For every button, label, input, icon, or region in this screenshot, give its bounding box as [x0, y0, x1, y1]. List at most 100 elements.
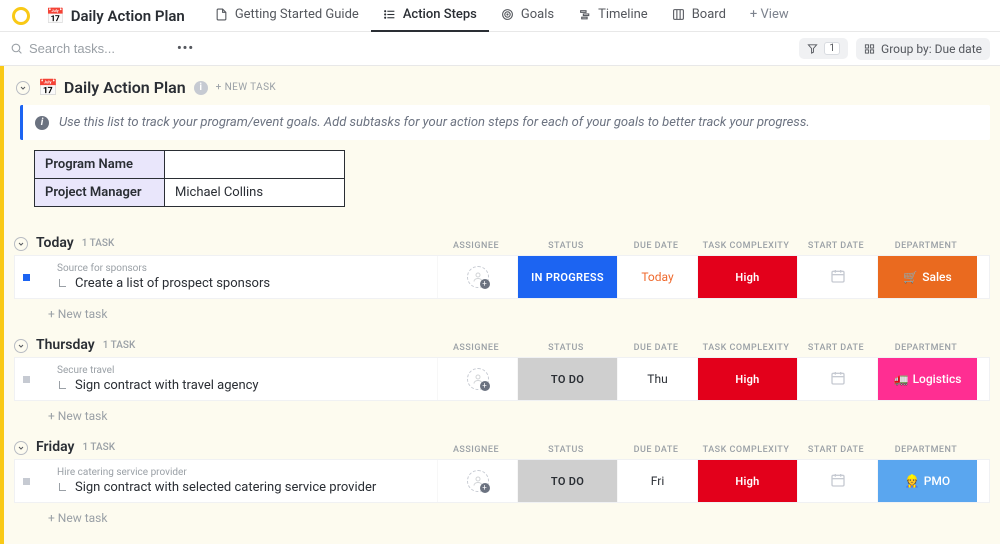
column-header: DEPARTMENT — [876, 343, 976, 353]
search-input[interactable] — [29, 41, 169, 56]
task-handle[interactable] — [15, 358, 37, 400]
assignee-cell[interactable]: + — [437, 358, 517, 400]
status-cell[interactable]: TO DO — [517, 460, 617, 502]
meta-value[interactable] — [165, 151, 345, 179]
complexity-cell[interactable]: High — [697, 358, 797, 400]
target-icon — [501, 8, 515, 22]
complexity-cell[interactable]: High — [697, 460, 797, 502]
status-badge: TO DO — [518, 358, 617, 400]
task-row[interactable]: Source for sponsorsCreate a list of pros… — [14, 255, 990, 299]
more-menu-icon[interactable]: ••• — [177, 41, 194, 56]
info-icon[interactable]: i — [194, 81, 208, 95]
task-handle[interactable] — [15, 460, 37, 502]
department-cell[interactable]: 🛒Sales — [877, 256, 977, 298]
section-title-text: Daily Action Plan — [64, 78, 186, 97]
column-header: TASK COMPLEXITY — [696, 445, 796, 455]
startdate-cell[interactable] — [797, 358, 877, 400]
duedate-cell[interactable]: Today — [617, 256, 697, 298]
column-header: TASK COMPLEXITY — [696, 343, 796, 353]
department-cell[interactable]: 👷PMO — [877, 460, 977, 502]
brand-icon — [12, 7, 30, 25]
toolbar: ••• 1 Group by: Due date — [0, 32, 1000, 66]
group-title[interactable]: Thursday 1 TASK — [36, 337, 436, 353]
tab-getting-started-guide[interactable]: Getting Started Guide — [203, 0, 371, 32]
tab-timeline[interactable]: Timeline — [566, 0, 660, 32]
calendar-icon — [830, 370, 846, 389]
tab-goals[interactable]: Goals — [489, 0, 566, 32]
column-header: DUE DATE — [616, 343, 696, 353]
task-name-cell[interactable]: Source for sponsorsCreate a list of pros… — [37, 256, 437, 298]
status-square-icon — [23, 478, 30, 485]
group-thursday: Thursday 1 TASKASSIGNEESTATUSDUE DATETAS… — [14, 337, 990, 423]
startdate-cell[interactable] — [797, 460, 877, 502]
collapse-group-icon[interactable] — [14, 339, 28, 353]
column-header: DUE DATE — [616, 445, 696, 455]
task-name-cell[interactable]: Hire catering service providerSign contr… — [37, 460, 437, 502]
department-badge: 🛒Sales — [878, 256, 977, 298]
meta-table: Program NameProject ManagerMichael Colli… — [34, 150, 345, 207]
assignee-cell[interactable]: + — [437, 460, 517, 502]
column-header: STATUS — [516, 343, 616, 353]
subtask-icon — [57, 279, 69, 289]
filter-pill[interactable]: 1 — [799, 38, 848, 59]
new-task-button[interactable]: + New task — [14, 401, 990, 423]
collapse-group-icon[interactable] — [14, 441, 28, 455]
column-header: STATUS — [516, 241, 616, 251]
assignee-cell[interactable]: + — [437, 256, 517, 298]
page-title[interactable]: 📅 Daily Action Plan — [38, 7, 193, 25]
assignee-placeholder-icon: + — [467, 266, 489, 288]
meta-value[interactable]: Michael Collins — [165, 179, 345, 207]
content-area: 📅 Daily Action Plan i + NEW TASK i Use t… — [0, 66, 1000, 544]
task-count: 1 TASK — [103, 340, 136, 351]
groupby-pill[interactable]: Group by: Due date — [856, 38, 990, 60]
task-row[interactable]: Hire catering service providerSign contr… — [14, 459, 990, 503]
filter-icon — [807, 43, 818, 54]
assignee-placeholder-icon: + — [467, 470, 489, 492]
meta-row: Project ManagerMichael Collins — [35, 179, 345, 207]
complexity-badge: High — [698, 460, 797, 502]
column-header: ASSIGNEE — [436, 343, 516, 353]
department-badge: 👷PMO — [878, 460, 977, 502]
startdate-cell[interactable] — [797, 256, 877, 298]
duedate-cell[interactable]: Fri — [617, 460, 697, 502]
collapse-section-icon[interactable] — [16, 81, 30, 95]
banner-text: Use this list to track your program/even… — [59, 115, 810, 130]
calendar-icon — [830, 268, 846, 287]
column-header: START DATE — [796, 241, 876, 251]
group-title[interactable]: Today 1 TASK — [36, 235, 436, 251]
meta-key: Program Name — [35, 151, 165, 179]
new-task-button[interactable]: + New task — [14, 503, 990, 525]
tab-action-steps[interactable]: Action Steps — [371, 0, 489, 32]
tab-board[interactable]: Board — [660, 0, 738, 32]
new-task-button[interactable]: + NEW TASK — [216, 82, 276, 93]
dept-emoji-icon: 🚛 — [894, 372, 909, 386]
calendar-icon — [830, 472, 846, 491]
assignee-placeholder-icon: + — [467, 368, 489, 390]
column-header: ASSIGNEE — [436, 445, 516, 455]
tab-label: Timeline — [598, 7, 648, 22]
dept-name: Sales — [922, 270, 951, 284]
collapse-group-icon[interactable] — [14, 237, 28, 251]
department-badge: 🚛Logistics — [878, 358, 977, 400]
calendar-emoji-icon: 📅 — [46, 7, 65, 25]
duedate-cell[interactable]: Thu — [617, 358, 697, 400]
complexity-cell[interactable]: High — [697, 256, 797, 298]
group-title[interactable]: Friday 1 TASK — [36, 439, 436, 455]
status-cell[interactable]: TO DO — [517, 358, 617, 400]
department-cell[interactable]: 🚛Logistics — [877, 358, 977, 400]
task-count: 1 TASK — [82, 238, 115, 249]
add-view-button[interactable]: + View — [738, 0, 801, 32]
status-cell[interactable]: IN PROGRESS — [517, 256, 617, 298]
tab-label: Getting Started Guide — [235, 7, 359, 22]
column-header: DUE DATE — [616, 241, 696, 251]
meta-key: Project Manager — [35, 179, 165, 207]
task-name: Sign contract with travel agency — [75, 378, 259, 393]
new-task-button[interactable]: + New task — [14, 299, 990, 321]
task-handle[interactable] — [15, 256, 37, 298]
status-badge: IN PROGRESS — [518, 256, 617, 298]
task-row[interactable]: Secure travelSign contract with travel a… — [14, 357, 990, 401]
groupby-label: Group by: Due date — [881, 42, 982, 56]
group-today: Today 1 TASKASSIGNEESTATUSDUE DATETASK C… — [14, 235, 990, 321]
tab-label: Goals — [521, 7, 554, 22]
task-name-cell[interactable]: Secure travelSign contract with travel a… — [37, 358, 437, 400]
